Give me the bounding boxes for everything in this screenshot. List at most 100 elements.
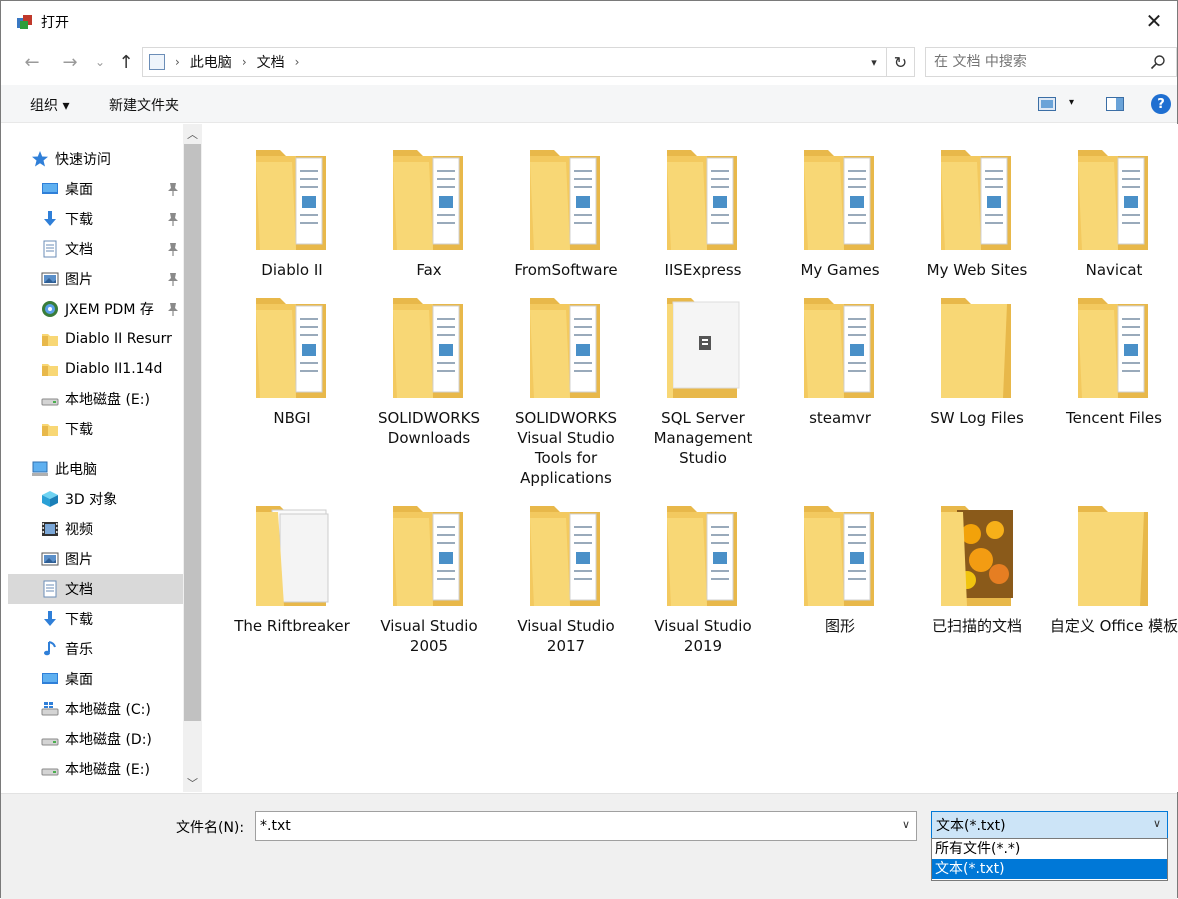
forward-button[interactable]: → [59, 51, 81, 73]
sidebar-item[interactable]: JXEM PDM 存 [8, 294, 183, 324]
sidebar-item-selected[interactable]: 文档 [8, 574, 183, 604]
chevron-right-icon[interactable]: › [295, 55, 300, 69]
sidebar-item[interactable]: 下载 [8, 604, 183, 634]
sidebar-item[interactable]: 快速访问 [8, 144, 183, 174]
sidebar-item[interactable]: 下载 [8, 414, 183, 444]
file-type-option[interactable]: 所有文件(*.*) [932, 839, 1167, 859]
sidebar-item[interactable]: 视频 [8, 514, 183, 544]
sidebar-item[interactable]: 本地磁盘 (C:) [8, 694, 183, 724]
sidebar-item[interactable]: 图片 [8, 544, 183, 574]
folder-item[interactable]: SOLIDWORKS Visual Studio Tools for Appli… [501, 292, 631, 488]
close-button[interactable]: ✕ [1131, 1, 1177, 41]
refresh-button[interactable]: ↻ [886, 48, 914, 76]
folder-label: SOLIDWORKS Visual Studio Tools for Appli… [514, 409, 618, 487]
sidebar-item[interactable]: 此电脑 [8, 454, 183, 484]
sidebar-item[interactable]: 本地磁盘 (E:) [8, 754, 183, 784]
up-button[interactable]: ↑ [115, 51, 137, 73]
preview-pane-icon[interactable] [1106, 97, 1124, 111]
sidebar-item[interactable]: 音乐 [8, 634, 183, 664]
back-button[interactable]: ← [21, 51, 43, 73]
folder-label: SW Log Files [930, 409, 1024, 427]
search-icon [1150, 55, 1165, 70]
sidebar-item[interactable]: Diablo II Resurr [8, 324, 183, 354]
file-name-input[interactable] [256, 818, 876, 834]
sidebar-item[interactable]: Diablo II1.14d [8, 354, 183, 384]
folder-item[interactable]: Fax [364, 144, 494, 280]
folder-item[interactable]: IISExpress [638, 144, 768, 280]
folder-item[interactable]: The Riftbreaker [227, 500, 357, 636]
help-icon: ? [1157, 96, 1165, 112]
sidebar-item-label: 快速访问 [55, 152, 111, 168]
desktop-icon [41, 180, 59, 198]
folder-item[interactable]: My Games [775, 144, 905, 280]
folder-item[interactable]: steamvr [775, 292, 905, 428]
sidebar-item-label: Diablo II1.14d [65, 361, 163, 377]
folder-item[interactable]: Visual Studio 2017 [501, 500, 631, 656]
folder-label: My Games [800, 261, 880, 279]
folder-item[interactable]: Visual Studio 2019 [638, 500, 768, 656]
view-dropdown-icon[interactable]: ▾ [1069, 97, 1074, 108]
file-type-option[interactable]: 文本(*.txt) [932, 859, 1167, 879]
recent-locations-button[interactable]: ⌄ [89, 51, 111, 73]
chevron-down-icon[interactable]: ∨ [902, 818, 910, 831]
chevron-down-icon: ⌄ [94, 55, 106, 69]
sidebar-item[interactable]: 文档 [8, 234, 183, 264]
folder-label: My Web Sites [926, 261, 1028, 279]
folder-item[interactable]: Visual Studio 2005 [364, 500, 494, 656]
folder-item[interactable]: 自定义 Office 模板 [1049, 500, 1178, 636]
arrow-up-icon: ↑ [118, 51, 134, 73]
folder-item[interactable]: NBGI [227, 292, 357, 428]
folder-label: SOLIDWORKS Downloads [377, 409, 481, 447]
folder-label: Tencent Files [1066, 409, 1162, 427]
folder-item[interactable]: Tencent Files [1049, 292, 1178, 428]
folder-label: Fax [416, 261, 442, 279]
scroll-down-button[interactable]: ﹀ [183, 773, 202, 792]
chevron-right-icon: › [175, 55, 180, 69]
new-folder-button[interactable]: 新建文件夹 [109, 95, 179, 115]
folder-label: Visual Studio 2005 [380, 617, 478, 655]
help-button[interactable]: ? [1151, 94, 1171, 114]
folder-icon [393, 506, 463, 606]
breadcrumb-this-pc[interactable]: 此电脑 [190, 52, 232, 72]
chevron-right-icon[interactable]: › [242, 55, 247, 69]
folder-label: Visual Studio 2017 [517, 617, 615, 655]
address-history-dropdown[interactable]: ▾ [864, 48, 884, 76]
folder-item[interactable]: 图形 [775, 500, 905, 636]
cube-icon [41, 490, 59, 508]
organize-button[interactable]: 组织 ▾ [30, 95, 69, 115]
folder-item[interactable]: FromSoftware [501, 144, 631, 280]
sidebar-item-label: 文档 [65, 242, 93, 258]
folder-item[interactable]: SOLIDWORKS Downloads [364, 292, 494, 448]
file-name-combobox[interactable]: ∨ [255, 811, 917, 841]
download-icon [41, 210, 59, 228]
search-box[interactable] [925, 47, 1177, 77]
chevron-down-icon[interactable]: ∨ [1153, 817, 1161, 830]
sidebar-item-label: 本地磁盘 (E:) [65, 392, 150, 408]
address-bar[interactable]: › 此电脑 › 文档 › ▾ ↻ [142, 47, 915, 77]
sidebar-item[interactable]: 图片 [8, 264, 183, 294]
close-icon: ✕ [1145, 9, 1163, 33]
folder-item[interactable]: 已扫描的文档 [912, 500, 1042, 636]
sidebar-item[interactable]: 本地磁盘 (E:) [8, 384, 183, 414]
folder-item[interactable]: Navicat [1049, 144, 1178, 280]
file-type-select[interactable]: 文本(*.txt) ∨ [931, 811, 1168, 839]
scroll-thumb[interactable] [184, 144, 201, 721]
sidebar-item[interactable]: 3D 对象 [8, 484, 183, 514]
breadcrumb-documents[interactable]: 文档 [257, 52, 285, 72]
sidebar-item[interactable]: 下载 [8, 204, 183, 234]
search-input[interactable] [926, 54, 1136, 70]
folder-item[interactable]: SQL Server Management Studio [638, 292, 768, 468]
folder-item[interactable]: Diablo II [227, 144, 357, 280]
sidebar-item-label: 下载 [65, 612, 93, 628]
sidebar-item[interactable]: 桌面 [8, 664, 183, 694]
command-bar: 组织 ▾ 新建文件夹 ▾ ? [1, 85, 1177, 123]
sidebar-item[interactable]: 桌面 [8, 174, 183, 204]
folder-item[interactable]: SW Log Files [912, 292, 1042, 428]
scroll-up-button[interactable]: ︿ [183, 124, 202, 143]
folder-item[interactable]: My Web Sites [912, 144, 1042, 280]
sidebar-item[interactable]: 本地磁盘 (D:) [8, 724, 183, 754]
folder-icon [804, 298, 874, 398]
drive-icon [41, 390, 59, 408]
nav-scrollbar[interactable]: ︿ ﹀ [183, 124, 202, 792]
view-options-icon[interactable] [1038, 97, 1056, 111]
